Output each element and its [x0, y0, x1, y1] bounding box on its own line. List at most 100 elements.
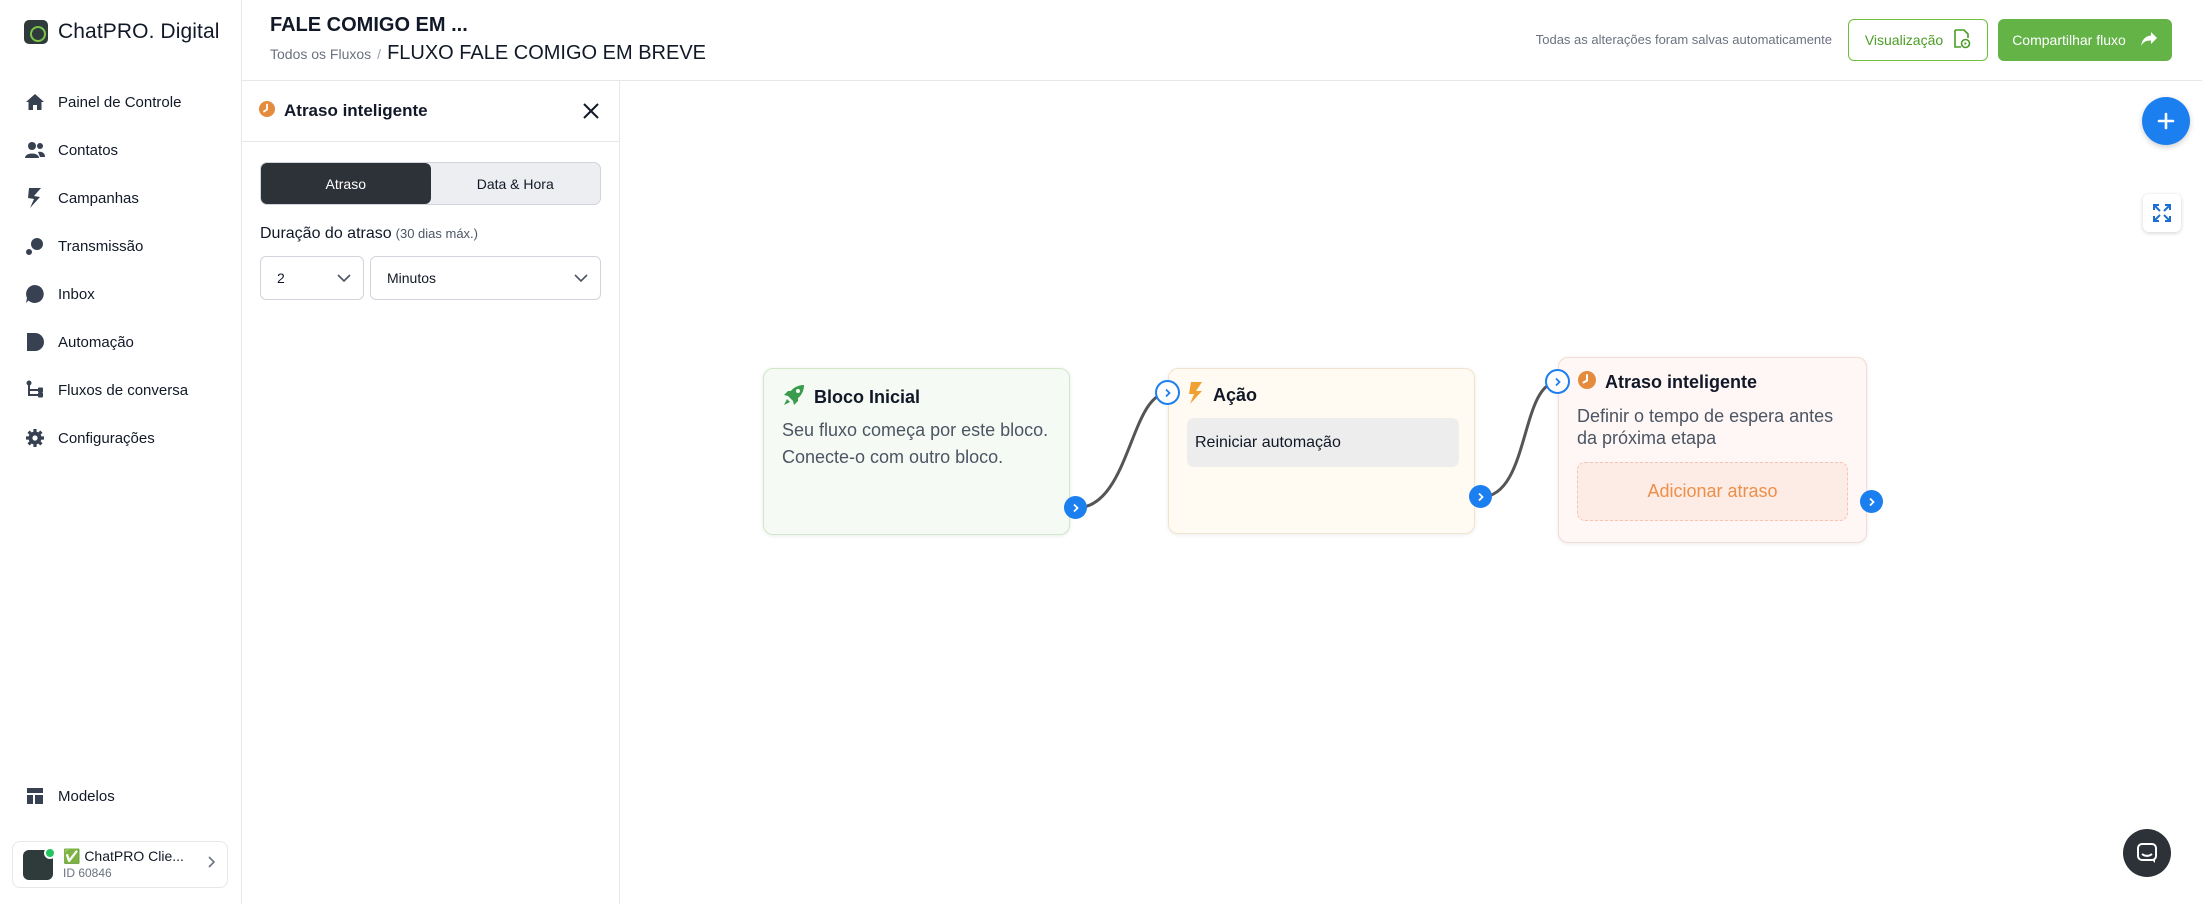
duration-label-text: Duração do atraso [260, 225, 392, 242]
delay-amount-select[interactable]: 2 [260, 256, 364, 300]
node-title-text: Bloco Inicial [814, 387, 921, 407]
node-description-line: Conecte-o com outro bloco. [782, 447, 1004, 467]
chevron-right-icon [1164, 388, 1171, 397]
page-title: FALE COMIGO EM ... [270, 14, 468, 36]
delay-unit-select[interactable]: Minutos [370, 256, 601, 300]
input-port-action[interactable] [1155, 380, 1180, 405]
expand-icon [2153, 204, 2171, 222]
sidebar-item-inbox[interactable]: Inbox [24, 270, 188, 318]
fit-view-button[interactable] [2143, 194, 2181, 232]
clock-icon [258, 100, 276, 123]
delay-mode-tabs: Atraso Data & Hora [260, 162, 601, 205]
breadcrumb-current: FLUXO FALE COMIGO EM BREVE [387, 42, 707, 64]
chevron-right-icon [1072, 503, 1079, 512]
autosave-status: Todas as alterações foram salvas automat… [1535, 32, 1832, 47]
bolt-icon [1187, 381, 1205, 410]
flow-icon [24, 379, 46, 401]
share-icon [2140, 31, 2158, 50]
breadcrumb: Todos os Fluxos / FLUXO FALE COMIGO EM B… [270, 42, 706, 65]
input-port-delay[interactable] [1545, 369, 1570, 394]
breadcrumb-separator: / [377, 46, 382, 62]
broadcast-icon [24, 235, 46, 257]
bolt-icon [24, 187, 46, 209]
support-chat-button[interactable] [2123, 829, 2171, 877]
sidebar-item-label: Painel de Controle [58, 93, 182, 111]
preview-icon [1953, 28, 1971, 52]
sidebar-item-label: Fluxos de conversa [58, 381, 189, 399]
templates-icon [24, 785, 46, 807]
node-title: Atraso inteligente [1577, 370, 1757, 395]
sidebar-item-label: Inbox [58, 285, 95, 303]
duration-hint: (30 dias máx.) [395, 226, 479, 241]
sidebar-item-label: Campanhas [58, 189, 139, 207]
node-title-text: Atraso inteligente [1605, 372, 1758, 392]
chevron-right-icon [1868, 497, 1875, 506]
edge-action-to-delay [1480, 380, 1559, 499]
chevron-right-icon [1477, 492, 1484, 501]
add-block-button[interactable] [2142, 97, 2190, 145]
node-title-text: Ação [1213, 385, 1258, 405]
sidebar-item-label: Contatos [58, 141, 119, 159]
delay-amount-value: 2 [277, 270, 285, 286]
gear-icon [24, 427, 46, 449]
node-bloco-inicial[interactable]: Bloco Inicial Seu fluxo começa por este … [763, 368, 1070, 535]
account-switcher[interactable]: ✅ ChatPRO Clie... ID 60846 [12, 841, 228, 888]
output-port-delay[interactable] [1860, 490, 1883, 513]
tab-data-hora[interactable]: Data & Hora [431, 163, 601, 204]
tab-atraso[interactable]: Atraso [261, 163, 431, 204]
sidebar-item-modelos[interactable]: Modelos [24, 772, 115, 820]
output-port-start[interactable] [1064, 496, 1087, 519]
share-flow-button[interactable]: Compartilhar fluxo [1998, 19, 2172, 61]
node-description-line: da próxima etapa [1577, 427, 1717, 448]
node-title: Ação [1187, 381, 1257, 410]
sidebar-bottom-nav: Modelos [24, 772, 115, 820]
close-icon[interactable] [579, 99, 603, 123]
brand-name: ChatPRO. Digital [58, 20, 220, 43]
sidebar-item-label: Automação [58, 333, 134, 351]
node-title: Bloco Inicial [782, 383, 920, 412]
sidebar-item-automacao[interactable]: Automação [24, 318, 188, 366]
node-atraso-inteligente[interactable]: Atraso inteligente Definir o tempo de es… [1558, 357, 1867, 543]
account-id: ID 60846 [63, 865, 112, 880]
account-name: ✅ ChatPRO Clie... [63, 848, 184, 865]
sidebar-item-fluxos[interactable]: Fluxos de conversa [24, 366, 188, 414]
panel-title: Atraso inteligente [284, 101, 428, 120]
sidebar-nav: Painel de Controle Contatos Campanhas Tr… [24, 78, 188, 462]
sidebar-item-campanhas[interactable]: Campanhas [24, 174, 188, 222]
edge-start-to-action [1075, 391, 1169, 510]
chevron-down-icon [574, 270, 588, 286]
plus-icon [2157, 112, 2175, 130]
rocket-icon [782, 383, 806, 412]
share-label: Compartilhar fluxo [2012, 32, 2126, 48]
brand-logo [24, 20, 48, 44]
breadcrumb-all-flows[interactable]: Todos os Fluxos [270, 46, 371, 62]
users-icon [24, 139, 46, 161]
sidebar-item-label: Modelos [58, 787, 115, 805]
node-description-line: Definir o tempo de espera antes [1577, 406, 1834, 426]
action-chip[interactable]: Reiniciar automação [1187, 418, 1459, 467]
brand[interactable]: ChatPRO. Digital [24, 20, 220, 44]
duration-label: Duração do atraso (30 dias máx.) [260, 225, 478, 243]
sidebar-item-transmissao[interactable]: Transmissão [24, 222, 188, 270]
preview-button[interactable]: Visualização [1848, 19, 1988, 61]
automation-icon [24, 331, 46, 353]
sidebar-item-label: Configurações [58, 429, 155, 447]
preview-label: Visualização [1864, 32, 1944, 48]
clock-icon [1577, 370, 1597, 395]
top-header: FALE COMIGO EM ... Todos os Fluxos / FLU… [242, 0, 2202, 81]
output-port-action[interactable] [1469, 485, 1492, 508]
avatar [23, 846, 56, 880]
chevron-right-icon [207, 855, 217, 874]
node-acao[interactable]: Ação Reiniciar automação [1168, 368, 1475, 534]
add-delay-button[interactable]: Adicionar atraso [1577, 462, 1848, 521]
chevron-down-icon [337, 270, 351, 286]
block-settings-panel: Atraso inteligente Atraso Data & Hora Du… [242, 81, 620, 904]
flow-canvas[interactable]: Bloco Inicial Seu fluxo começa por este … [620, 81, 2202, 904]
sidebar-item-label: Transmissão [58, 237, 144, 255]
chevron-right-icon [1554, 377, 1561, 386]
chat-icon [2137, 843, 2157, 863]
sidebar-item-painel[interactable]: Painel de Controle [24, 78, 188, 126]
chat-bubble-icon [24, 283, 46, 305]
sidebar-item-configuracoes[interactable]: Configurações [24, 414, 188, 462]
sidebar-item-contatos[interactable]: Contatos [24, 126, 188, 174]
